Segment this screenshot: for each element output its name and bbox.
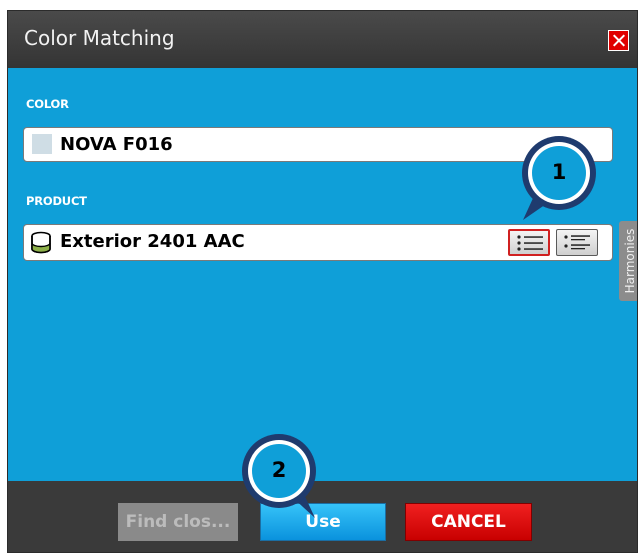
- product-field[interactable]: Exterior 2401 AAC: [23, 224, 613, 261]
- product-label: PRODUCT: [26, 194, 87, 208]
- product-details-button[interactable]: [556, 229, 598, 256]
- cancel-button[interactable]: CANCEL: [405, 503, 532, 541]
- close-icon[interactable]: [608, 30, 629, 51]
- harmonies-tab[interactable]: Harmonies: [619, 221, 637, 301]
- color-matching-dialog: Color Matching COLOR NOVA F016 PRODUCT E…: [7, 10, 638, 553]
- callout-1-number: 1: [551, 160, 567, 184]
- find-closest-button[interactable]: Find clos...: [118, 503, 238, 541]
- title-bar: Color Matching: [8, 11, 637, 68]
- harmonies-tab-label: Harmonies: [622, 228, 637, 294]
- product-list-button[interactable]: [508, 229, 550, 256]
- dialog-title: Color Matching: [24, 26, 175, 50]
- list-icon: [517, 235, 543, 251]
- callout-2: 2: [239, 434, 319, 520]
- callout-2-number: 2: [271, 458, 287, 482]
- color-value: NOVA F016: [60, 134, 173, 155]
- list-detail-icon: [564, 235, 590, 250]
- dialog-footer: Find clos... Use CANCEL: [8, 481, 637, 552]
- product-value: Exterior 2401 AAC: [60, 231, 245, 252]
- color-swatch: [32, 134, 52, 154]
- color-label: COLOR: [26, 97, 69, 111]
- callout-1: 1: [519, 136, 599, 222]
- paint-can-icon: [31, 231, 51, 254]
